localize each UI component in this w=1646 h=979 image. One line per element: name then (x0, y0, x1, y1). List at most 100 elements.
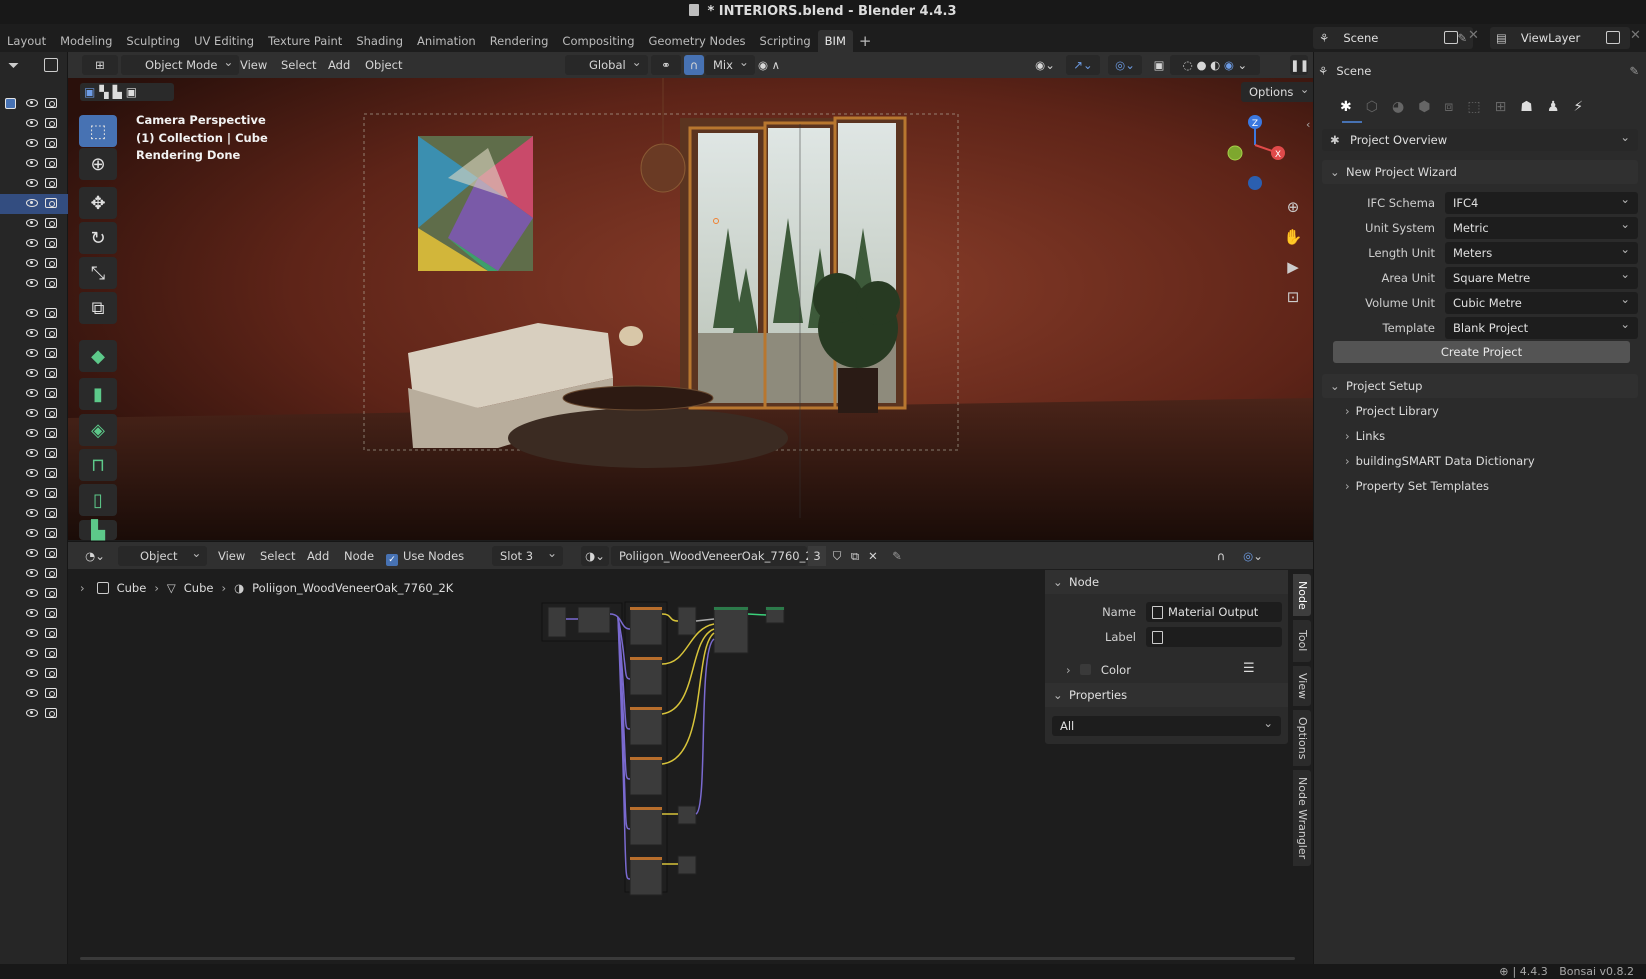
duplicate-material-icon[interactable]: ⧉ (846, 546, 864, 566)
add-workspace-button[interactable]: + (853, 30, 878, 52)
tab-animation[interactable]: Animation (410, 30, 483, 52)
visibility-dropdown[interactable]: ◉⌄ (1028, 55, 1062, 75)
eye-icon[interactable] (26, 469, 38, 477)
outliner-row[interactable] (0, 214, 68, 234)
render-camera-icon[interactable] (45, 368, 57, 378)
render-camera-icon[interactable] (45, 308, 57, 318)
bsdd-item[interactable]: › buildingSMART Data Dictionary (1345, 449, 1535, 473)
outliner-row[interactable] (0, 584, 68, 604)
render-camera-icon[interactable] (45, 628, 57, 638)
property-set-templates-item[interactable]: › Property Set Templates (1345, 474, 1489, 498)
unlink-material-icon[interactable]: ✕ (864, 546, 882, 566)
ne-menu-view[interactable]: View (218, 546, 245, 566)
render-camera-icon[interactable] (45, 708, 57, 718)
pin-icon[interactable]: ✎ (1457, 31, 1467, 45)
snap-toggle[interactable]: ∩ (684, 55, 704, 75)
eye-icon[interactable] (26, 279, 38, 287)
scale-tool[interactable]: ⤡ (79, 257, 117, 289)
eye-icon[interactable] (26, 689, 38, 697)
eye-icon[interactable] (26, 529, 38, 537)
navigation-gizmo[interactable]: Z X (1225, 110, 1285, 200)
outliner-row[interactable] (0, 604, 68, 624)
outliner-row[interactable] (0, 254, 68, 274)
render-camera-icon[interactable] (45, 548, 57, 558)
bim-quality-tab-icon[interactable]: ⚡ (1573, 99, 1583, 115)
tab-layout[interactable]: Layout (0, 30, 53, 52)
tab-uv-editing[interactable]: UV Editing (187, 30, 261, 52)
node-overlay-toggle[interactable]: ◎⌄ (1236, 546, 1270, 566)
material-browse-button[interactable]: ◑⌄ (581, 546, 609, 566)
eye-icon[interactable] (26, 629, 38, 637)
node-section-header[interactable]: ⌄ Node (1045, 570, 1288, 594)
outliner-row[interactable] (0, 364, 68, 384)
render-camera-icon[interactable] (45, 218, 57, 228)
cursor-tool[interactable]: ⊕ (79, 148, 117, 180)
outliner-row[interactable] (0, 704, 68, 724)
unit-system-dropdown[interactable]: Metric (1445, 213, 1638, 239)
render-camera-icon[interactable] (45, 408, 57, 418)
render-camera-icon[interactable] (45, 668, 57, 678)
eye-icon[interactable] (26, 199, 38, 207)
side-tab-options[interactable]: Options (1293, 710, 1311, 766)
outliner-row[interactable] (0, 484, 68, 504)
render-camera-icon[interactable] (45, 528, 57, 538)
color-presets-icon[interactable]: ☰ (1243, 661, 1255, 676)
outliner-row[interactable] (0, 644, 68, 664)
zoom-icon[interactable]: ⊕ (1282, 198, 1304, 220)
select-mode-buttons[interactable]: ▣▚▙▣ (80, 83, 174, 101)
menu-add[interactable]: Add (328, 55, 350, 75)
node-color-row[interactable]: › Color (1066, 660, 1131, 680)
bim-schedule-tab-icon[interactable]: ⊞ (1495, 99, 1507, 115)
node-name-field[interactable]: Material Output (1146, 602, 1282, 622)
render-camera-icon[interactable] (45, 568, 57, 578)
eye-icon[interactable] (26, 309, 38, 317)
new-scene-icon[interactable] (1444, 31, 1458, 44)
eye-icon[interactable] (26, 179, 38, 187)
fake-user-icon[interactable]: ⛉ (828, 546, 846, 566)
node-editor-scrollbar[interactable] (80, 957, 1295, 960)
column-tool[interactable]: ▯ (79, 484, 117, 516)
eye-icon[interactable] (26, 669, 38, 677)
tab-scripting[interactable]: Scripting (753, 30, 818, 52)
rotate-tool[interactable]: ↻ (79, 222, 117, 254)
render-camera-icon[interactable] (45, 688, 57, 698)
render-camera-icon[interactable] (45, 198, 57, 208)
eye-icon[interactable] (26, 219, 38, 227)
material-user-count[interactable]: 3 (808, 546, 826, 566)
slot-dropdown[interactable]: Slot 3 (492, 543, 564, 566)
select-box-tool[interactable]: ⬚ (79, 115, 117, 147)
area-unit-dropdown[interactable]: Square Metre (1445, 263, 1638, 289)
bim-select-tool[interactable]: ◆ (79, 340, 117, 372)
color-checkbox[interactable] (1080, 664, 1092, 675)
close-scene-icon[interactable]: ✕ (1468, 28, 1479, 43)
outliner-row[interactable] (0, 544, 68, 564)
proportional-edit-button[interactable]: ◉ ∧ (754, 55, 784, 75)
properties-filter-dropdown[interactable]: All ⌄ (1052, 716, 1281, 736)
menu-view[interactable]: View (240, 55, 267, 75)
eye-icon[interactable] (26, 509, 38, 517)
transform-orientation-dropdown[interactable]: Global (565, 52, 648, 75)
menu-select[interactable]: Select (281, 55, 316, 75)
eye-icon[interactable] (26, 649, 38, 657)
outliner-row[interactable] (0, 464, 68, 484)
render-camera-icon[interactable] (45, 648, 57, 658)
template-dropdown[interactable]: Blank Project (1445, 313, 1638, 339)
eye-icon[interactable] (26, 239, 38, 247)
eye-icon[interactable] (26, 369, 38, 377)
render-camera-icon[interactable] (45, 448, 57, 458)
pan-hand-icon[interactable]: ✋ (1282, 228, 1304, 250)
gizmo-toggle[interactable]: ↗⌄ (1066, 55, 1100, 75)
eye-icon[interactable] (26, 549, 38, 557)
side-tab-view[interactable]: View (1293, 666, 1311, 706)
project-overview-dropdown[interactable]: ✱ Project Overview ⌄ (1322, 129, 1638, 151)
outliner-row[interactable] (0, 444, 68, 464)
render-camera-icon[interactable] (45, 98, 57, 108)
bim-geometry-tab-icon[interactable]: ◕ (1392, 99, 1404, 115)
new-project-wizard-header[interactable]: ⌄ New Project Wizard (1322, 160, 1638, 184)
outliner-row[interactable] (0, 274, 68, 294)
eye-icon[interactable] (26, 99, 38, 107)
outliner-row[interactable] (0, 154, 68, 174)
shading-mode-buttons[interactable]: ◌ ● ◐ ◉ ⌄ (1170, 55, 1260, 75)
render-camera-icon[interactable] (45, 588, 57, 598)
render-camera-icon[interactable] (45, 488, 57, 498)
